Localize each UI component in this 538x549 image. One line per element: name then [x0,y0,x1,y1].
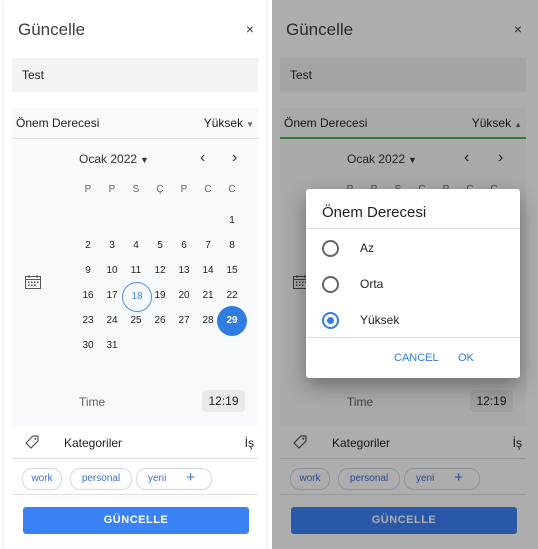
tag-chips: work personal yeni + [12,460,258,495]
day-cell[interactable]: 2 [75,233,101,259]
divider [306,228,520,229]
day-cell[interactable]: 15 [219,258,245,284]
priority-dialog: Önem Derecesi Az Orta Yüksek CANCEL OK [306,189,520,378]
month-selector[interactable]: Ocak 2022 ▼ [79,152,149,166]
day-cell[interactable]: 16 [75,283,101,309]
task-name-value: Test [22,68,45,82]
dialog-title: Güncelle [18,20,86,39]
day-cell[interactable]: 5 [147,233,173,259]
weekday-label: C [204,184,212,195]
weekday-label: P [108,184,116,195]
day-cell[interactable]: 10 [99,258,125,284]
weekday-label: Ç [156,184,164,195]
priority-select[interactable]: Önem Derecesi Yüksek ▼ [12,108,258,139]
update-panel-left: Güncelle × Test Önem Derecesi Yüksek ▼ Oc… [4,0,266,549]
option-label: Orta [360,277,384,291]
close-icon[interactable]: × [246,21,254,37]
day-cell[interactable]: 26 [147,308,173,334]
radio-checked-icon[interactable] [322,312,339,329]
weekday-label: P [180,184,188,195]
calendar-icon [25,275,41,289]
dropdown-icon: ▼ [140,155,149,165]
dialog-header: Güncelle × [4,0,266,58]
categories-select[interactable]: Kategoriler İş [12,428,258,459]
day-cell[interactable]: 11 [123,258,149,284]
day-cell[interactable]: 19 [147,283,173,309]
weekday-label: C [228,184,236,195]
day-cell[interactable]: 24 [99,308,125,334]
prev-month-icon[interactable]: ‹ [200,149,205,167]
tag-chip-work[interactable]: work [22,468,62,490]
calendar: Ocak 2022▼ ‹ › Time 12:19 PPSÇPCC1234567… [12,140,258,426]
day-cell[interactable]: 8 [219,233,245,259]
tag-chip-new-label: yeni [148,473,167,484]
day-selected[interactable]: 29 [217,306,247,336]
time-label: Time [79,395,106,409]
task-name-field[interactable]: Test [12,58,258,92]
day-cell[interactable]: 13 [171,258,197,284]
next-month-icon[interactable]: › [232,149,237,167]
categories-value: İş [244,436,254,450]
day-cell[interactable]: 31 [99,333,125,359]
radio-icon[interactable] [322,240,339,257]
weekday-label: S [132,184,140,195]
tag-icon [25,435,39,449]
time-value[interactable]: 12:19 [202,390,245,412]
priority-dialog-title: Önem Derecesi [322,204,427,221]
categories-label: Kategoriler [64,436,123,450]
priority-label: Önem Derecesi [16,116,100,130]
day-cell[interactable]: 21 [195,283,221,309]
day-cell[interactable]: 7 [195,233,221,259]
weekday-label: P [84,184,92,195]
day-cell[interactable]: 20 [171,283,197,309]
day-cell[interactable]: 12 [147,258,173,284]
option-label: Yüksek [360,313,400,327]
ok-button[interactable]: OK [458,352,474,364]
day-cell[interactable]: 9 [75,258,101,284]
day-cell[interactable]: 27 [171,308,197,334]
priority-value: Yüksek [203,116,244,130]
day-cell[interactable]: 1 [219,208,245,234]
day-cell[interactable]: 30 [75,333,101,359]
option-label: Az [360,241,375,255]
day-cell[interactable]: 23 [75,308,101,334]
priority-value-wrap: Yüksek ▼ [204,116,254,130]
day-cell[interactable]: 3 [99,233,125,259]
chevron-down-icon: ▼ [246,120,254,129]
tag-chip-new[interactable]: yeni + [136,468,212,490]
month-label: Ocak 2022 [79,152,138,166]
radio-icon[interactable] [322,276,339,293]
add-tag-icon[interactable]: + [186,468,195,488]
cancel-button[interactable]: CANCEL [394,352,439,364]
day-cell[interactable]: 4 [123,233,149,259]
tag-chip-personal[interactable]: personal [70,468,132,490]
update-button[interactable]: GÜNCELLE [23,507,249,534]
divider [306,337,520,338]
day-cell[interactable]: 6 [171,233,197,259]
day-cell[interactable]: 14 [195,258,221,284]
day-cell[interactable]: 25 [123,308,149,334]
